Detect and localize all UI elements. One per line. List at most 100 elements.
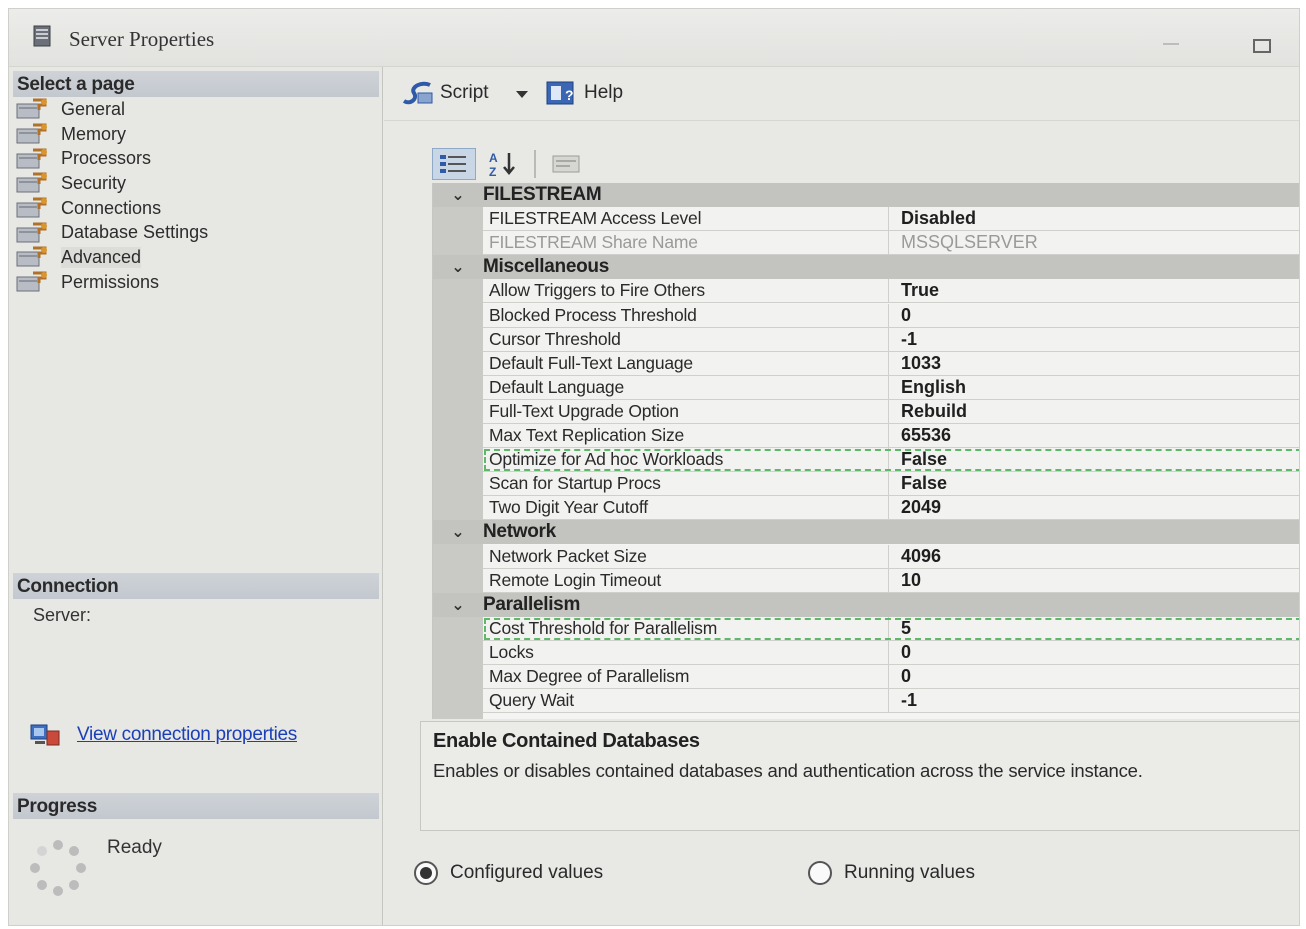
progress-status: Ready: [107, 837, 162, 858]
running-values-radio[interactable]: Running values: [808, 861, 975, 885]
page-item-processors[interactable]: Processors: [15, 146, 375, 171]
page-item-database-settings[interactable]: Database Settings: [15, 220, 375, 245]
page-item-label: Connections: [61, 197, 162, 218]
property-name: Cursor Threshold: [483, 327, 889, 351]
property-value[interactable]: MSSQLSERVER: [889, 231, 1038, 254]
configured-values-radio[interactable]: Configured values: [414, 861, 603, 885]
running-values-radio-dot[interactable]: [808, 861, 832, 885]
property-row[interactable]: Cost Threshold for Parallelism 5: [483, 616, 1299, 641]
property-row[interactable]: Default Full-Text Language 1033: [483, 351, 1299, 376]
property-value[interactable]: True: [889, 279, 939, 302]
categorized-view-button[interactable]: [432, 148, 476, 180]
maximize-button[interactable]: [1253, 39, 1271, 53]
property-row[interactable]: Query Wait -1: [483, 689, 1299, 714]
server-icon: [33, 25, 51, 47]
property-value[interactable]: -1: [889, 689, 917, 712]
category-filestream: ⌄ FILESTREAM: [433, 183, 1299, 207]
alphabetical-sort-button[interactable]: A Z: [482, 148, 526, 180]
property-value[interactable]: 0: [889, 304, 911, 327]
property-row[interactable]: FILESTREAM Access Level Disabled: [483, 207, 1299, 232]
title-bar: Server Properties: [9, 9, 1299, 67]
category-name: Miscellaneous: [483, 256, 609, 278]
property-row[interactable]: Max Text Replication Size 65536: [483, 424, 1299, 448]
property-row[interactable]: FILESTREAM Share Name MSSQLSERVER: [483, 231, 1299, 256]
property-value[interactable]: 0: [889, 641, 911, 664]
main-toolbar: Script ? Help: [384, 67, 1299, 121]
connection-header: Connection: [13, 573, 379, 599]
property-row[interactable]: Full-Text Upgrade Option Rebuild: [483, 399, 1299, 424]
view-connection-row[interactable]: View connection properties: [29, 721, 297, 749]
property-row[interactable]: Two Digit Year Cutoff 2049: [483, 496, 1299, 521]
window-title: Server Properties: [69, 27, 215, 51]
page-item-connections[interactable]: Connections: [15, 196, 375, 221]
property-pages-icon: [552, 155, 580, 173]
category-name: Network: [483, 521, 556, 543]
property-value[interactable]: Disabled: [889, 207, 976, 230]
property-row[interactable]: Max Degree of Parallelism 0: [483, 665, 1299, 689]
property-name: Cost Threshold for Parallelism: [483, 616, 889, 640]
property-value[interactable]: False: [889, 448, 947, 471]
collapse-chevron-icon[interactable]: ⌄: [433, 522, 483, 542]
collapse-chevron-icon[interactable]: ⌄: [433, 185, 483, 205]
configured-values-radio-dot[interactable]: [414, 861, 438, 885]
page-item-advanced[interactable]: Advanced: [15, 245, 375, 270]
running-values-label: Running values: [844, 862, 975, 883]
property-value[interactable]: 10: [889, 569, 921, 592]
property-row[interactable]: Blocked Process Threshold 0: [483, 303, 1299, 328]
property-row[interactable]: Network Packet Size 4096: [483, 544, 1299, 569]
property-name: Default Language: [483, 375, 889, 399]
help-button[interactable]: ? Help: [544, 79, 623, 107]
help-icon: ?: [546, 81, 574, 105]
property-row[interactable]: Remote Login Timeout 10: [483, 568, 1299, 593]
svg-text:Z: Z: [489, 165, 496, 178]
page-item-security[interactable]: Security: [15, 171, 375, 196]
page-wrench-icon: [16, 246, 47, 267]
configured-values-label: Configured values: [450, 862, 604, 883]
property-value[interactable]: 1033: [889, 352, 941, 375]
collapse-chevron-icon[interactable]: ⌄: [433, 595, 483, 615]
property-row[interactable]: Cursor Threshold -1: [483, 327, 1299, 352]
property-value[interactable]: False: [889, 472, 947, 495]
minimize-button[interactable]: [1163, 43, 1179, 45]
property-value[interactable]: 2049: [889, 496, 941, 519]
property-value[interactable]: 0: [889, 665, 911, 688]
page-item-label: General: [61, 98, 126, 119]
property-pages-button[interactable]: [544, 148, 588, 180]
property-name: FILESTREAM Share Name: [483, 231, 889, 255]
property-value[interactable]: 65536: [889, 424, 951, 447]
server-label: Server:: [33, 605, 92, 625]
category-miscellaneous: ⌄ Miscellaneous: [433, 255, 1299, 280]
property-value[interactable]: Rebuild: [889, 400, 967, 423]
page-item-label: Memory: [61, 123, 127, 144]
svg-text:?: ?: [565, 87, 574, 103]
page-wrench-icon: [16, 222, 47, 243]
property-value[interactable]: 4096: [889, 545, 941, 568]
property-row[interactable]: Default Language English: [483, 375, 1299, 400]
page-item-memory[interactable]: Memory: [15, 122, 375, 147]
script-dropdown-chevron-icon[interactable]: [516, 91, 528, 98]
property-row[interactable]: Scan for Startup Procs False: [483, 472, 1299, 497]
property-name: Blocked Process Threshold: [483, 303, 889, 327]
page-wrench-icon: [16, 123, 47, 144]
property-name: Locks: [483, 640, 889, 664]
property-name: Remote Login Timeout: [483, 568, 889, 592]
property-grid-toolbar: A Z: [432, 147, 594, 181]
page-item-permissions[interactable]: Permissions: [15, 270, 375, 295]
property-value[interactable]: 5: [889, 617, 911, 640]
script-label: Script: [440, 82, 489, 103]
toolbar-separator: [534, 150, 536, 178]
property-value[interactable]: -1: [889, 328, 917, 351]
collapse-chevron-icon[interactable]: ⌄: [433, 257, 483, 277]
property-row[interactable]: Optimize for Ad hoc Workloads False: [483, 448, 1299, 473]
property-value[interactable]: English: [889, 376, 966, 399]
category-parallelism: ⌄ Parallelism: [433, 592, 1299, 617]
property-name: Optimize for Ad hoc Workloads: [483, 448, 889, 472]
property-row[interactable]: Locks 0: [483, 640, 1299, 665]
property-row[interactable]: Allow Triggers to Fire Others True: [483, 279, 1299, 304]
property-name: FILESTREAM Access Level: [483, 207, 889, 231]
page-item-label: Permissions: [61, 271, 160, 292]
view-connection-properties-link[interactable]: View connection properties: [77, 724, 297, 746]
script-button[interactable]: Script: [400, 79, 489, 107]
property-name: Query Wait: [483, 689, 889, 713]
page-item-general[interactable]: General: [15, 97, 375, 122]
